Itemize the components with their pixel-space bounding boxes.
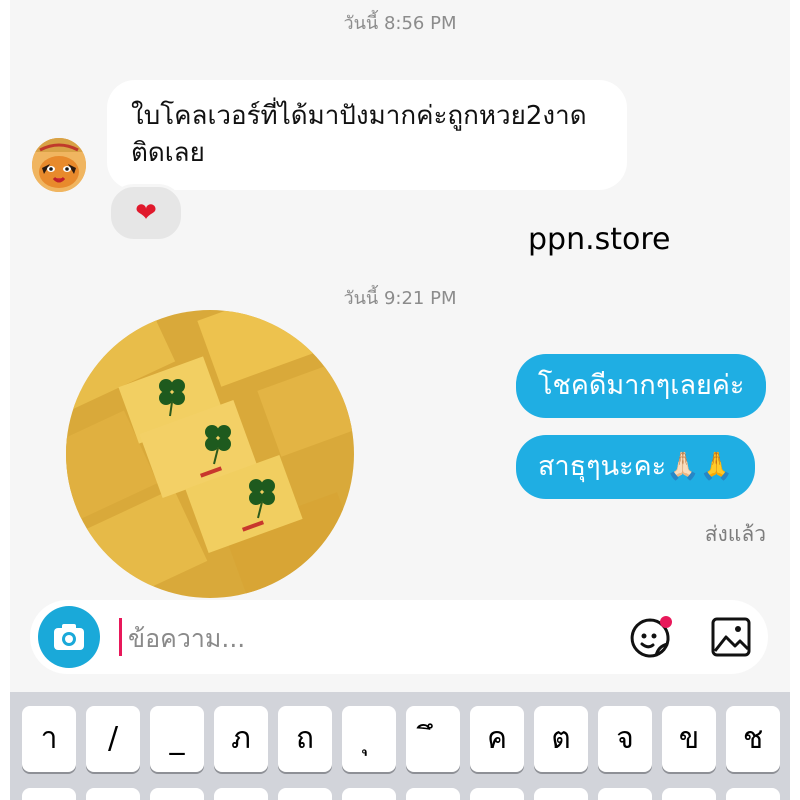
key[interactable]: ึ	[406, 706, 460, 772]
key[interactable]: ุ	[342, 706, 396, 772]
key[interactable]	[278, 788, 332, 800]
outgoing-message[interactable]: สาธุๆนะคะ🙏🏻🙏	[516, 435, 756, 499]
timestamp: วันนี้ 8:56 PM	[343, 13, 457, 34]
key[interactable]	[470, 788, 524, 800]
key[interactable]: _	[150, 706, 204, 772]
key[interactable]	[726, 788, 780, 800]
shared-photo[interactable]	[66, 310, 354, 598]
key[interactable]: ถ	[278, 706, 332, 772]
key[interactable]: ต	[534, 706, 588, 772]
heart-icon: ❤	[135, 198, 157, 228]
key[interactable]: ช	[726, 706, 780, 772]
key[interactable]	[22, 788, 76, 800]
key[interactable]: ข	[662, 706, 716, 772]
key[interactable]	[342, 788, 396, 800]
key[interactable]	[662, 788, 716, 800]
incoming-message-text: ใบโคลเวอร์ที่ได้มาปังมากค่ะถูกหวย2งาดติด…	[131, 101, 587, 168]
key[interactable]: า	[22, 706, 76, 772]
gallery-icon	[711, 617, 751, 657]
key[interactable]: ค	[470, 706, 524, 772]
avatar[interactable]	[32, 138, 86, 192]
camera-button[interactable]	[38, 606, 100, 668]
sticker-button[interactable]	[626, 614, 674, 662]
key[interactable]	[534, 788, 588, 800]
key[interactable]	[150, 788, 204, 800]
chat-screen: วันนี้ 8:56 PM ใบโคลเวอร์ที่ได้มาปังมากค…	[10, 0, 790, 800]
key[interactable]	[598, 788, 652, 800]
store-label: ppn.store	[528, 222, 671, 257]
key[interactable]	[406, 788, 460, 800]
sent-status: ส่งแล้ว	[704, 522, 766, 546]
keyboard: า / _ ภ ถ ุ ึ ค ต จ ข ช	[10, 692, 790, 800]
key[interactable]: จ	[598, 706, 652, 772]
key[interactable]	[86, 788, 140, 800]
message-input[interactable]	[126, 614, 570, 662]
key[interactable]: /	[86, 706, 140, 772]
reaction-badge[interactable]: ❤	[108, 184, 184, 242]
timestamp: วันนี้ 9:21 PM	[343, 288, 457, 309]
key[interactable]	[214, 788, 268, 800]
message-composer	[30, 600, 768, 674]
text-cursor	[119, 618, 122, 656]
key[interactable]: ภ	[214, 706, 268, 772]
outgoing-message[interactable]: โชคดีมากๆเลยค่ะ	[516, 354, 767, 418]
sticker-icon	[630, 616, 672, 658]
camera-icon	[54, 624, 84, 650]
gallery-button[interactable]	[710, 616, 752, 658]
incoming-message[interactable]: ใบโคลเวอร์ที่ได้มาปังมากค่ะถูกหวย2งาดติด…	[107, 80, 627, 190]
